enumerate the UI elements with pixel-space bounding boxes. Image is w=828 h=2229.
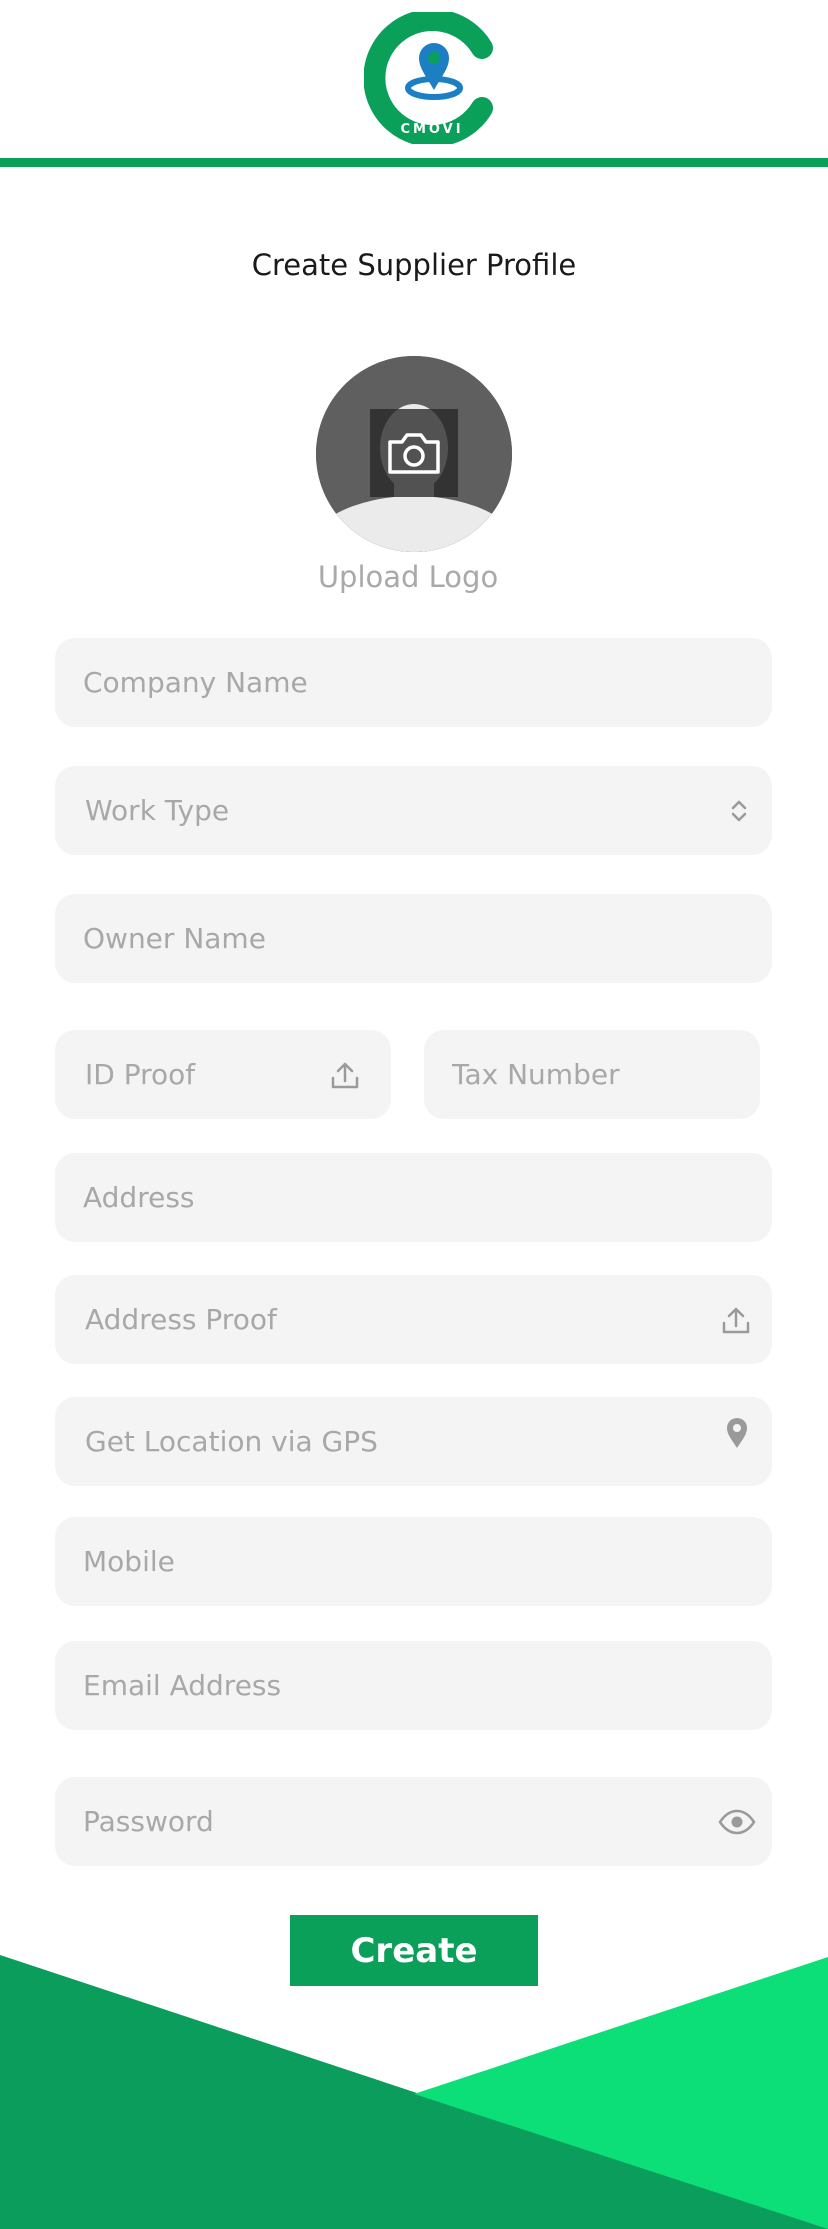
company-name-field[interactable] (55, 638, 772, 727)
camera-icon (388, 433, 440, 474)
gps-location-field[interactable]: Get Location via GPS (55, 1397, 772, 1486)
owner-name-field[interactable] (55, 894, 772, 983)
mobile-input[interactable] (55, 1517, 772, 1606)
address-field[interactable] (55, 1153, 772, 1242)
header: CMOVI (0, 0, 828, 158)
password-field[interactable] (55, 1777, 772, 1866)
upload-icon[interactable] (720, 1304, 752, 1336)
address-proof-placeholder: Address Proof (85, 1303, 277, 1336)
id-proof-upload[interactable]: ID Proof (55, 1030, 391, 1119)
email-input[interactable] (55, 1641, 772, 1730)
upload-logo-label: Upload Logo (317, 560, 499, 594)
cmovi-logo: CMOVI (364, 12, 493, 144)
tax-number-input[interactable] (424, 1030, 760, 1119)
company-name-input[interactable] (55, 638, 772, 727)
page-title: Create Supplier Profile (251, 248, 577, 282)
header-divider (0, 158, 828, 167)
owner-name-input[interactable] (55, 894, 772, 983)
address-proof-upload[interactable]: Address Proof (55, 1275, 772, 1364)
location-pin-icon[interactable] (726, 1417, 748, 1449)
tax-number-field[interactable] (424, 1030, 760, 1119)
address-input[interactable] (55, 1153, 772, 1242)
upload-icon[interactable] (329, 1059, 361, 1091)
email-field[interactable] (55, 1641, 772, 1730)
gps-location-placeholder: Get Location via GPS (85, 1425, 378, 1458)
id-proof-placeholder: ID Proof (85, 1058, 196, 1091)
password-input[interactable] (55, 1777, 772, 1866)
eye-icon[interactable] (718, 1809, 756, 1835)
mobile-field[interactable] (55, 1517, 772, 1606)
work-type-select[interactable]: Work Type (55, 766, 772, 855)
work-type-placeholder: Work Type (85, 794, 230, 827)
footer-decoration (0, 1955, 828, 2229)
logo-upload-button[interactable] (316, 356, 512, 552)
chevron-up-down-icon (731, 800, 747, 821)
svg-text:CMOVI: CMOVI (400, 122, 463, 137)
